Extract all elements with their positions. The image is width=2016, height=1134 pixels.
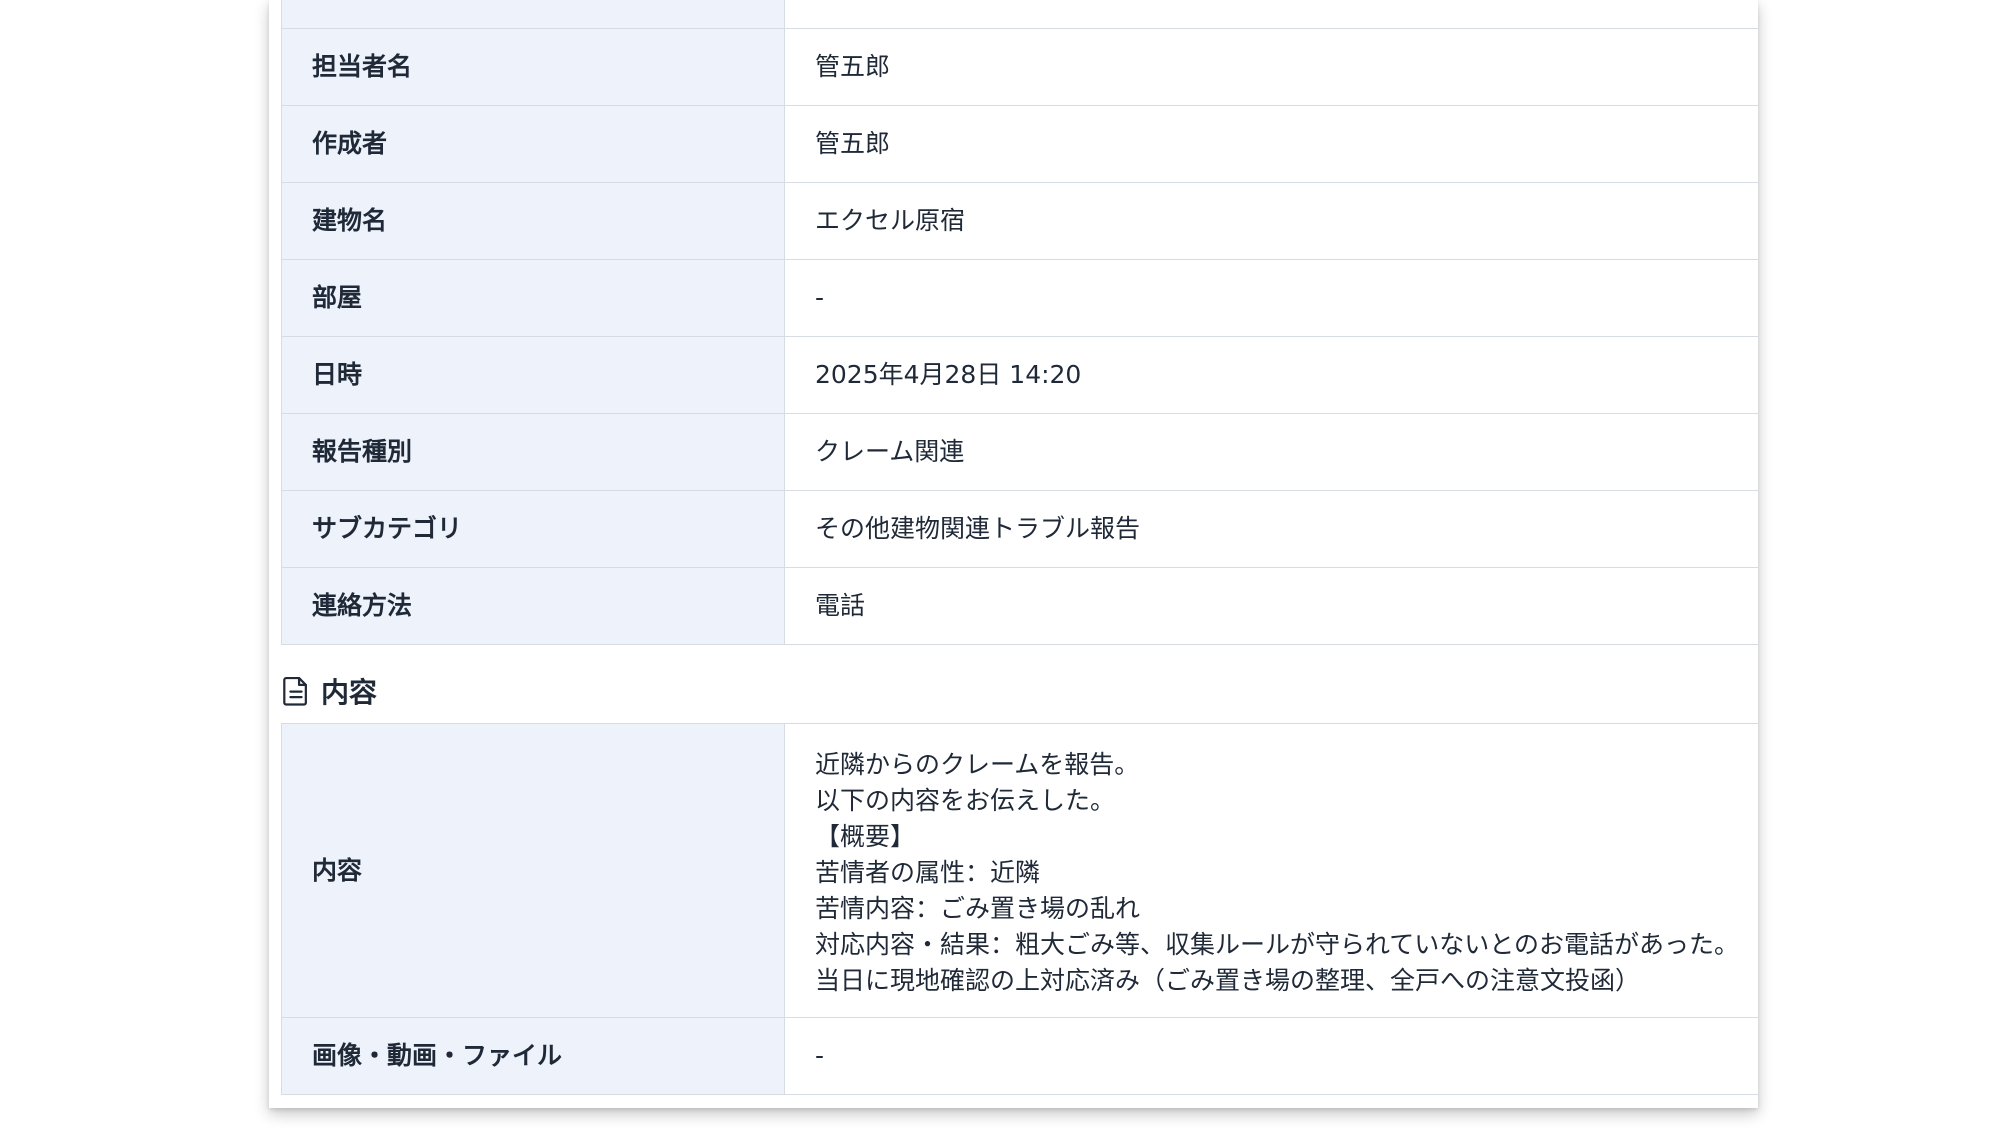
content-table: 内容 近隣からのクレームを報告。 以下の内容をお伝えした。 【概要】 苦情者の属… [281,723,1758,1095]
content-value: 近隣からのクレームを報告。 以下の内容をお伝えした。 【概要】 苦情者の属性：近… [784,723,1758,1018]
detail-row-subcategory: サブカテゴリ その他建物関連トラブル報告 [281,490,1758,568]
document-icon [283,676,307,706]
assignee-value: 管五郎 [784,28,1758,106]
room-value: - [784,259,1758,337]
previous-row-label-cell [281,0,785,28]
content-row: 内容 近隣からのクレームを報告。 以下の内容をお伝えした。 【概要】 苦情者の属… [281,723,1758,1018]
content-line: 対応内容・結果：粗大ごみ等、収集ルールが守られていないとのお電話があった。 [815,929,1740,959]
contact-method-label: 連絡方法 [281,567,785,645]
content-line: 【概要】 [815,821,916,851]
detail-row-author: 作成者 管五郎 [281,105,1758,183]
detail-row-building: 建物名 エクセル原宿 [281,182,1758,260]
content-section-title: 内容 [321,676,378,709]
contact-method-value: 電話 [784,567,1758,645]
subcategory-label: サブカテゴリ [281,490,785,568]
building-value: エクセル原宿 [784,182,1758,260]
building-label: 建物名 [281,182,785,260]
attachments-row: 画像・動画・ファイル - [281,1017,1758,1095]
author-label: 作成者 [281,105,785,183]
datetime-label: 日時 [281,336,785,414]
detail-row-report-type: 報告種別 クレーム関連 [281,413,1758,491]
content-line: 当日に現地確認の上対応済み（ごみ置き場の整理、全戸への注意文投函） [815,965,1641,995]
detail-row-room: 部屋 - [281,259,1758,337]
author-value: 管五郎 [784,105,1758,183]
content-line: 近隣からのクレームを報告。 [815,749,1140,779]
attachments-label: 画像・動画・ファイル [281,1017,785,1095]
previous-row-partial [281,0,1758,29]
subcategory-value: その他建物関連トラブル報告 [784,490,1758,568]
room-label: 部屋 [281,259,785,337]
report-detail-card: 担当者名 管五郎 作成者 管五郎 建物名 エクセル原宿 部屋 - 日時 2025… [269,0,1758,1108]
content-section-heading: 内容 [281,668,377,714]
content-label: 内容 [281,723,785,1018]
report-details-table: 担当者名 管五郎 作成者 管五郎 建物名 エクセル原宿 部屋 - 日時 2025… [281,28,1758,645]
attachments-value: - [784,1017,1758,1095]
datetime-value: 2025年4月28日 14:20 [784,336,1758,414]
detail-row-datetime: 日時 2025年4月28日 14:20 [281,336,1758,414]
content-line: 苦情者の属性：近隣 [815,857,1041,887]
detail-row-contact-method: 連絡方法 電話 [281,567,1758,645]
assignee-label: 担当者名 [281,28,785,106]
detail-row-assignee: 担当者名 管五郎 [281,28,1758,106]
content-line: 苦情内容：ごみ置き場の乱れ [815,893,1141,923]
report-type-value: クレーム関連 [784,413,1758,491]
content-line: 以下の内容をお伝えした。 [815,785,1116,815]
report-type-label: 報告種別 [281,413,785,491]
